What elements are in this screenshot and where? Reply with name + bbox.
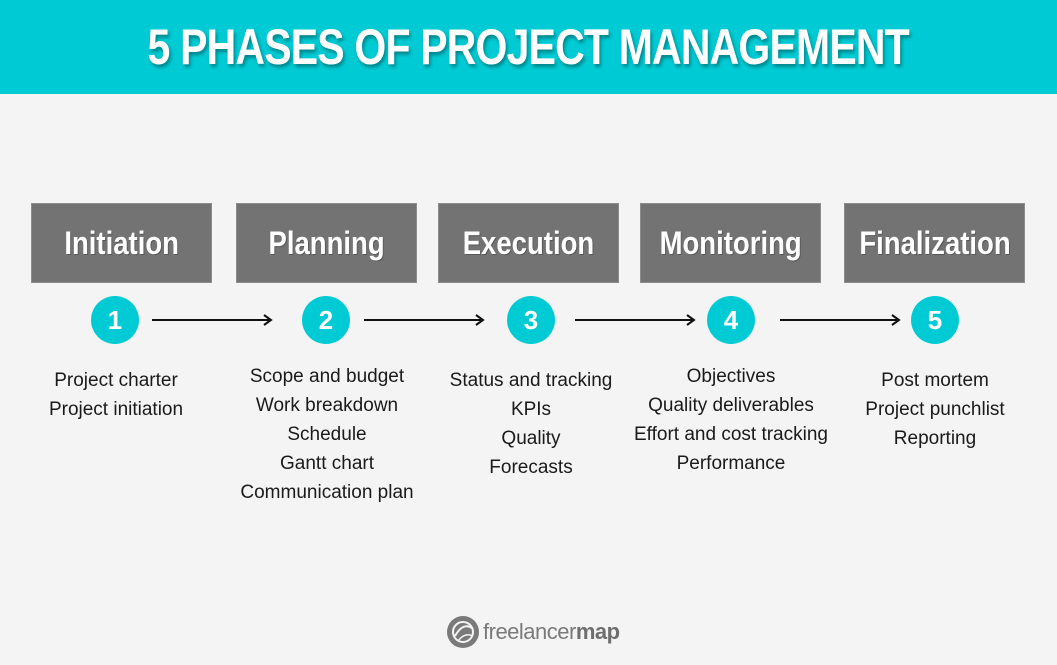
arrow-right-icon [575, 314, 696, 326]
phase-label: Planning [268, 224, 385, 261]
arrow-right-icon [364, 314, 485, 326]
phase-label: Initiation [64, 224, 179, 261]
step-number-2: 2 [302, 296, 350, 344]
list-item: Reporting [893, 428, 977, 449]
phase-label: Execution [462, 224, 595, 261]
phase-box-planning: Planning [236, 203, 417, 283]
list-item: Project punchlist [865, 399, 1005, 420]
phase-label: Finalization [858, 224, 1011, 261]
list-item: Communication plan [240, 482, 414, 503]
step-number-4: 4 [707, 296, 755, 344]
list-item: Post mortem [881, 370, 989, 391]
arrow-right-icon [152, 314, 273, 326]
freelancermap-globe-icon [447, 616, 479, 648]
logo-text: freelancermap [483, 619, 620, 644]
title-banner: 5 PHASES OF PROJECT MANAGEMENT [0, 0, 1057, 94]
step-number-1: 1 [91, 296, 139, 344]
freelancermap-logo: freelancermap [445, 614, 620, 650]
list-item: Performance [676, 453, 786, 474]
phase-box-execution: Execution [438, 203, 619, 283]
arrow-right-icon [780, 314, 901, 326]
page-title: 5 PHASES OF PROJECT MANAGEMENT [147, 19, 910, 75]
step-number-5: 5 [911, 296, 959, 344]
phase-items-initiation: Project charter Project initiation [0, 366, 236, 424]
phase-items-finalization: Post mortem Project punchlist Reporting [815, 366, 1055, 453]
phase-box-finalization: Finalization [844, 203, 1025, 283]
list-item: Project initiation [48, 399, 184, 420]
step-number-3: 3 [507, 296, 555, 344]
phase-box-initiation: Initiation [31, 203, 212, 283]
list-item: Project charter [54, 370, 178, 391]
phase-box-monitoring: Monitoring [640, 203, 821, 283]
phase-label: Monitoring [659, 224, 802, 261]
